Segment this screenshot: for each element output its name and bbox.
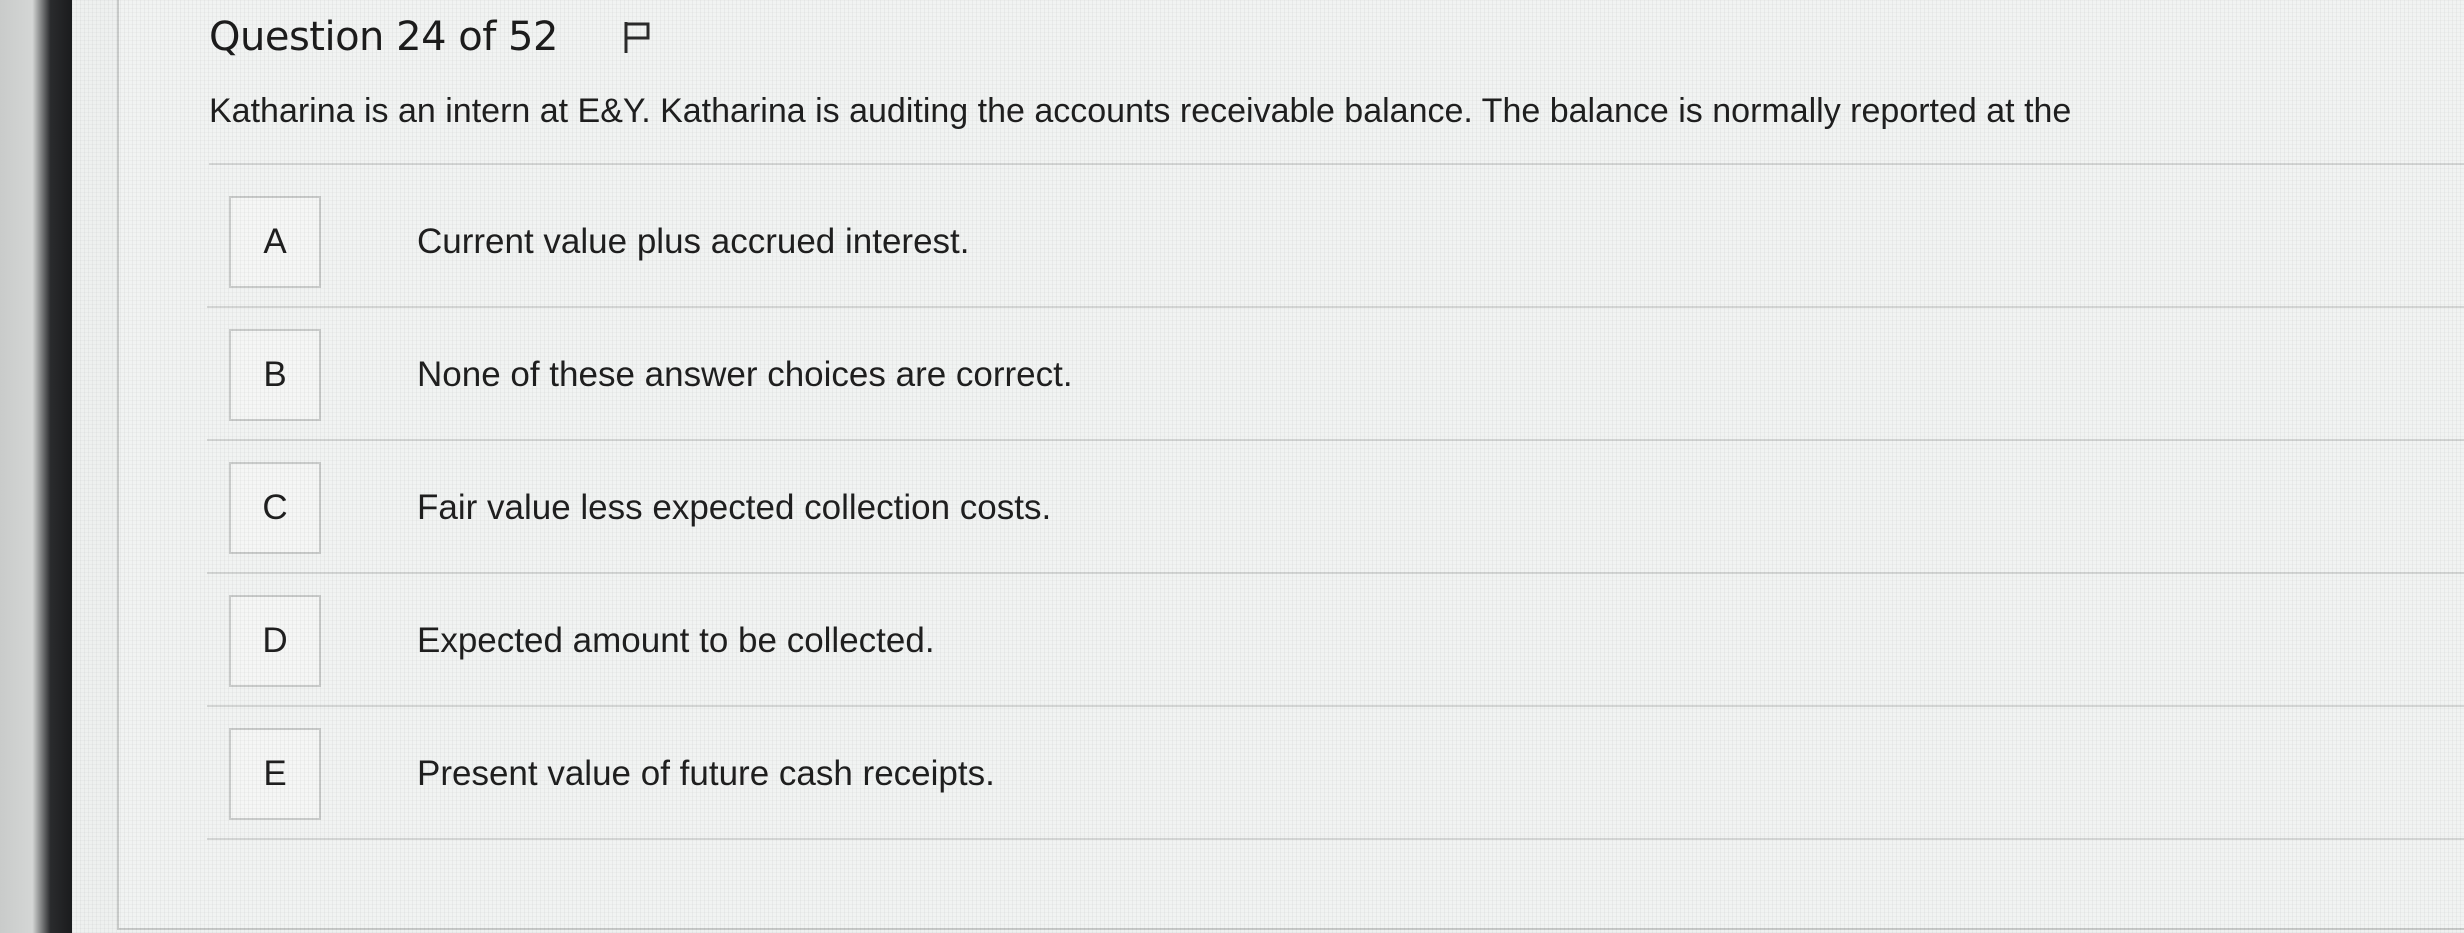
screen-bezel — [0, 0, 72, 933]
question-title: Question 24 of 52 — [209, 14, 558, 60]
question-header: Question 24 of 52 — [209, 14, 658, 60]
answer-option-c[interactable]: C Fair value less expected collection co… — [207, 441, 2464, 574]
option-letter: B — [229, 328, 321, 421]
option-letter: C — [229, 461, 321, 554]
answer-option-e[interactable]: E Present value of future cash receipts. — [207, 707, 2464, 840]
question-panel: Question 24 of 52 Katharina is an intern… — [117, 0, 2464, 930]
flag-button[interactable] — [616, 16, 658, 58]
option-text: Present value of future cash receipts. — [417, 753, 995, 793]
flag-icon — [624, 22, 650, 53]
divider — [207, 838, 2464, 840]
option-text: None of these answer choices are correct… — [417, 354, 1073, 394]
option-text: Expected amount to be collected. — [417, 620, 935, 660]
answer-option-d[interactable]: D Expected amount to be collected. — [207, 574, 2464, 707]
option-letter: A — [229, 195, 321, 288]
answer-option-a[interactable]: A Current value plus accrued interest. — [207, 175, 2464, 308]
option-text: Fair value less expected collection cost… — [417, 487, 1052, 527]
option-letter: E — [229, 727, 321, 820]
option-letter: D — [229, 594, 321, 687]
quiz-page: Question 24 of 52 Katharina is an intern… — [72, 0, 2464, 933]
option-text: Current value plus accrued interest. — [417, 221, 970, 261]
answer-options: A Current value plus accrued interest. B… — [207, 175, 2464, 840]
divider — [209, 163, 2464, 165]
question-stem: Katharina is an intern at E&Y. Katharina… — [209, 92, 2072, 130]
answer-option-b[interactable]: B None of these answer choices are corre… — [207, 308, 2464, 441]
